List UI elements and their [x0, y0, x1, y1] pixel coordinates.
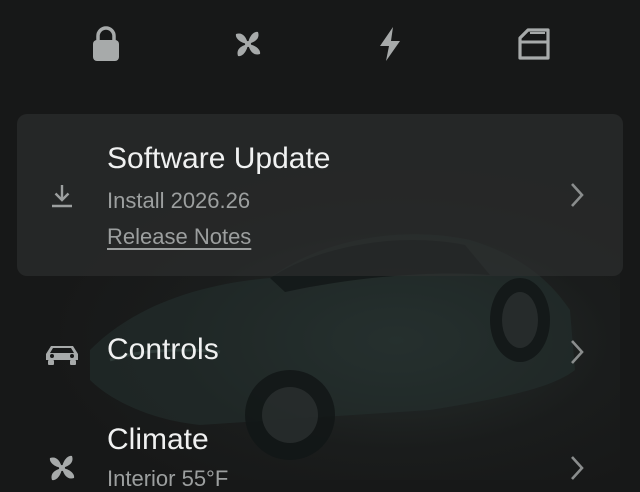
climate-label: Climate [107, 423, 209, 456]
release-notes-link[interactable]: Release Notes [107, 224, 251, 250]
controls-label: Controls [107, 333, 219, 366]
climate-row[interactable]: Climate Interior 55°F [0, 408, 640, 491]
chevron-right-icon [571, 340, 584, 364]
software-update-card[interactable]: Software Update Install 2026.26 Release … [17, 114, 623, 276]
chevron-right-icon [571, 456, 584, 480]
download-icon [52, 185, 72, 208]
lock-icon[interactable] [84, 22, 128, 66]
fan-icon [49, 455, 75, 481]
interior-temperature-text: Interior 55°F [107, 466, 229, 491]
controls-row[interactable]: Controls [0, 318, 640, 388]
top-quick-controls [0, 0, 640, 90]
lightning-bolt-icon[interactable] [368, 22, 412, 66]
install-version-text: Install 2026.26 [107, 188, 251, 213]
software-update-title: Software Update [107, 142, 331, 175]
fan-icon[interactable] [226, 22, 270, 66]
car-icon [46, 346, 78, 365]
chevron-right-icon [571, 183, 584, 207]
frunk-icon[interactable] [512, 22, 556, 66]
